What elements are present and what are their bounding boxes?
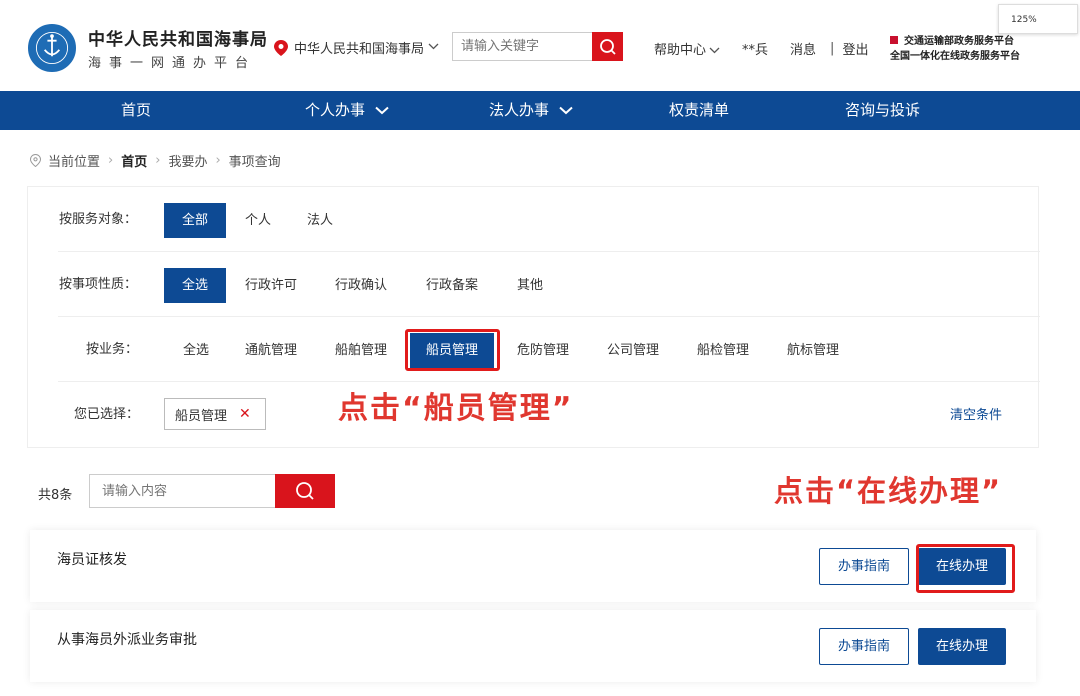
- annotation-click-online: 点击“在线办理”: [774, 474, 1003, 508]
- option-business-all[interactable]: 全选: [174, 333, 218, 368]
- page: 中华人民共和国海事局 海事一网通办平台 中华人民共和国海事局 帮助中心 **兵 …: [0, 0, 1080, 696]
- option-corporate[interactable]: 法人: [298, 203, 342, 238]
- breadcrumb-item-query: 事项查询: [228, 155, 281, 170]
- selected-chip: 船员管理 ✕: [164, 398, 266, 430]
- breadcrumb-current-label: 当前位置: [48, 155, 101, 170]
- option-admin-confirm[interactable]: 行政确认: [330, 268, 392, 303]
- nav-item-label: 个人办事: [305, 101, 366, 119]
- nav-item-responsibility-list[interactable]: 权责清单: [669, 91, 729, 130]
- result-title: 从事海员外派业务审批: [57, 632, 197, 648]
- result-card: 从事海员外派业务审批 办事指南 在线办理: [30, 610, 1036, 682]
- result-title: 海员证核发: [57, 552, 127, 568]
- help-center-link[interactable]: 帮助中心: [654, 39, 720, 58]
- breadcrumb: 当前位置 › 首页 › 我要办 › 事项查询: [30, 151, 281, 170]
- nav-item-label: 法人办事: [489, 101, 550, 119]
- nav-item-home[interactable]: 首页: [121, 91, 151, 130]
- platform-line-2: 全国一体化在线政务服务平台: [890, 51, 1020, 62]
- filter-row-service-target: 按服务对象： 全部 个人 法人: [28, 187, 1040, 252]
- header-search-input[interactable]: [452, 32, 592, 61]
- filter-row-nature: 按事项性质： 全选 行政许可 行政确认 行政备案 其他: [28, 252, 1040, 317]
- guide-button[interactable]: 办事指南: [819, 548, 909, 585]
- option-admin-record[interactable]: 行政备案: [421, 268, 483, 303]
- filter-row-business: 按业务： 全选 通航管理 船舶管理 船员管理 危防管理 公司管理 船检管理 航标…: [28, 317, 1040, 382]
- nav-item-label: 权责清单: [669, 101, 730, 119]
- breadcrumb-home[interactable]: 首页: [121, 151, 147, 170]
- msa-logo[interactable]: [28, 24, 76, 72]
- result-search-button[interactable]: [275, 474, 335, 508]
- logout-link[interactable]: 登出: [842, 39, 868, 58]
- location-label: 中华人民共和国海事局: [294, 42, 425, 57]
- chevron-down-icon: [559, 91, 573, 130]
- link-separator: |: [830, 41, 835, 56]
- location-icon: [30, 154, 41, 167]
- option-hazard[interactable]: 危防管理: [512, 333, 574, 368]
- guide-button[interactable]: 办事指南: [819, 628, 909, 665]
- chevron-down-icon: [428, 42, 439, 53]
- annotation-click-crew: 点击“船员管理”: [338, 391, 574, 426]
- platform-info[interactable]: 交通运输部政务服务平台 全国一体化在线政务服务平台: [890, 34, 1020, 64]
- nav-item-personal[interactable]: 个人办事: [305, 91, 389, 130]
- filter-label: 按业务：: [86, 342, 139, 357]
- search-icon: [296, 482, 314, 500]
- highlight-online: [916, 544, 1015, 593]
- highlight-crew: [405, 329, 500, 371]
- option-all[interactable]: 全部: [164, 203, 226, 238]
- chip-label: 船员管理: [175, 408, 228, 424]
- online-process-button[interactable]: 在线办理: [918, 628, 1006, 665]
- filter-label: 您已选择：: [74, 407, 140, 422]
- chevron-right-icon: ›: [108, 153, 114, 168]
- help-center-label: 帮助中心: [654, 43, 707, 58]
- location-pin-icon: [274, 39, 288, 56]
- result-count: 共8条: [38, 488, 73, 503]
- option-ship[interactable]: 船舶管理: [330, 333, 392, 368]
- user-name[interactable]: **兵: [742, 39, 768, 58]
- messages-link[interactable]: 消息: [790, 39, 816, 58]
- header: 中华人民共和国海事局 海事一网通办平台 中华人民共和国海事局 帮助中心 **兵 …: [0, 0, 1080, 91]
- brand-subtitle: 海事一网通办平台: [88, 56, 257, 71]
- close-icon[interactable]: ✕: [239, 406, 251, 422]
- location-selector[interactable]: 中华人民共和国海事局: [274, 38, 439, 57]
- brand-title: 中华人民共和国海事局: [88, 30, 268, 50]
- main-nav: 首页 个人办事 法人办事 权责清单 咨询与投诉: [0, 91, 1080, 130]
- option-admin-license[interactable]: 行政许可: [240, 268, 302, 303]
- chevron-right-icon: ›: [155, 153, 161, 168]
- option-inspection[interactable]: 船检管理: [692, 333, 754, 368]
- zoom-indicator: 125%: [998, 4, 1078, 34]
- option-navigation[interactable]: 通航管理: [240, 333, 302, 368]
- filter-label: 按服务对象：: [59, 212, 138, 227]
- filter-label: 按事项性质：: [59, 277, 138, 292]
- breadcrumb-todo[interactable]: 我要办: [168, 151, 207, 170]
- result-search-input[interactable]: [89, 474, 275, 508]
- platform-mark-icon: [890, 36, 898, 44]
- nav-item-corporate[interactable]: 法人办事: [489, 91, 573, 130]
- chevron-down-icon: [375, 91, 389, 130]
- result-card: 海员证核发 办事指南 在线办理: [30, 530, 1036, 602]
- option-other[interactable]: 其他: [510, 268, 550, 303]
- top-links: 帮助中心 **兵 消息 | 登出: [654, 39, 868, 58]
- option-beacon[interactable]: 航标管理: [782, 333, 844, 368]
- chevron-down-icon: [709, 47, 720, 54]
- option-company[interactable]: 公司管理: [602, 333, 664, 368]
- header-search-button[interactable]: [592, 32, 623, 61]
- chevron-right-icon: ›: [215, 153, 221, 168]
- platform-line-1-text: 交通运输部政务服务平台: [904, 36, 1014, 47]
- option-select-all[interactable]: 全选: [164, 268, 226, 303]
- nav-item-consult[interactable]: 咨询与投诉: [845, 91, 920, 130]
- search-icon: [599, 38, 616, 55]
- nav-item-label: 首页: [121, 101, 152, 119]
- platform-line-1: 交通运输部政务服务平台: [890, 34, 1020, 49]
- clear-filters-link[interactable]: 清空条件: [950, 404, 1002, 423]
- nav-item-label: 咨询与投诉: [845, 101, 921, 119]
- option-personal[interactable]: 个人: [236, 203, 280, 238]
